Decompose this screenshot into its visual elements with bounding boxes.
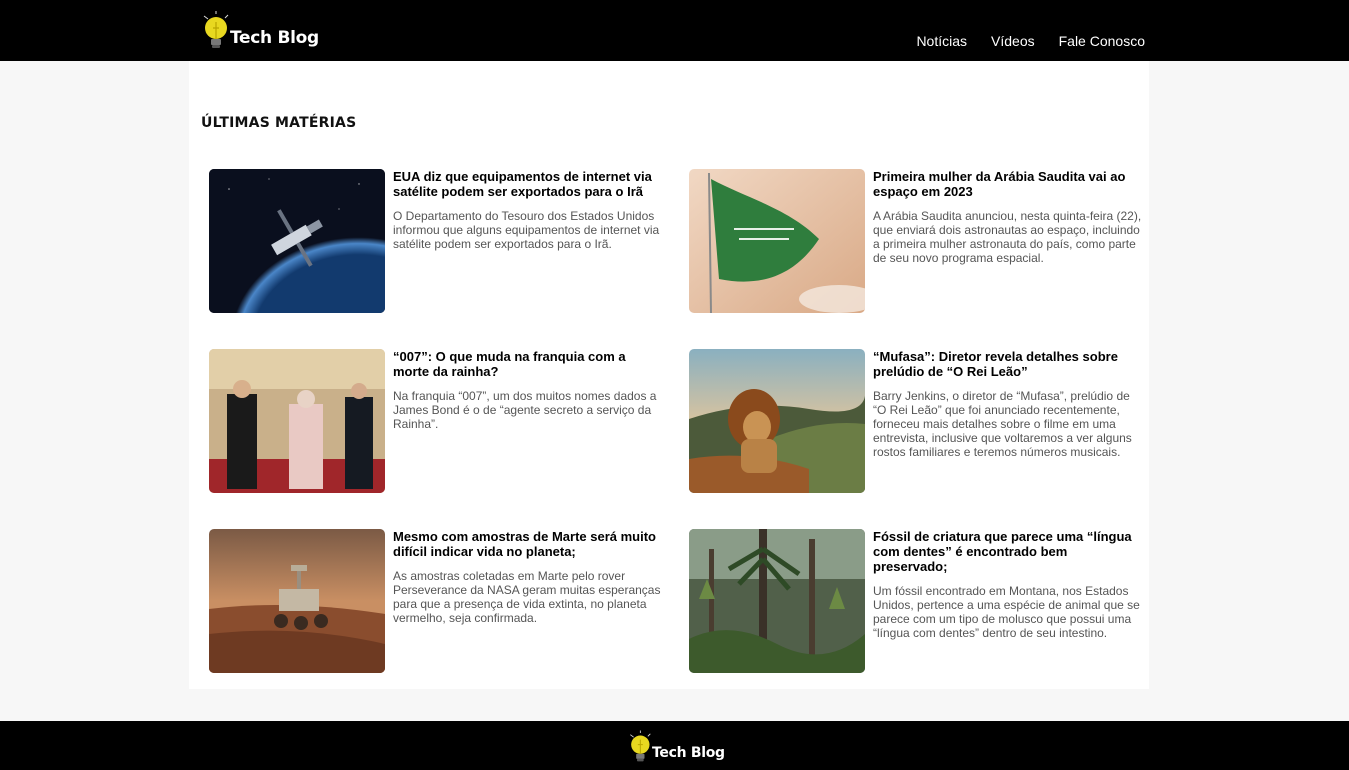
article-title[interactable]: “007”: O que muda na franquia com a mort… (393, 349, 665, 379)
article-title[interactable]: EUA diz que equipamentos de internet via… (393, 169, 665, 199)
article-thumbnail-mars[interactable] (209, 529, 385, 673)
article-thumbnail-saudi-flag[interactable] (689, 169, 865, 313)
lion-image (689, 349, 865, 493)
article-excerpt: A Arábia Saudita anunciou, nesta quinta-… (873, 209, 1142, 265)
article-thumbnail-mufasa[interactable] (689, 349, 865, 493)
nav-link-noticias[interactable]: Notícias (916, 33, 967, 49)
brand-name: Tech Blog (230, 28, 319, 48)
article-excerpt: Na franquia “007”, um dos muitos nomes d… (393, 389, 657, 431)
article-card: Mesmo com amostras de Marte será muito d… (209, 529, 669, 674)
nav-link-fale-conosco[interactable]: Fale Conosco (1059, 33, 1145, 49)
queen-bond-image (209, 349, 385, 493)
article-excerpt: Barry Jenkins, o diretor de “Mufasa”, pr… (873, 389, 1132, 459)
articles-grid: EUA diz que equipamentos de internet via… (189, 61, 1149, 689)
satellite-image (209, 169, 385, 313)
article-thumbnail-007[interactable] (209, 349, 385, 493)
article-excerpt: As amostras coletadas em Marte pelo rove… (393, 569, 661, 625)
article-title[interactable]: “Mufasa”: Diretor revela detalhes sobre … (873, 349, 1145, 379)
article-excerpt: Um fóssil encontrado em Montana, nos Est… (873, 584, 1140, 640)
article-title[interactable]: Fóssil de criatura que parece uma “língu… (873, 529, 1145, 574)
article-title[interactable]: Mesmo com amostras de Marte será muito d… (393, 529, 665, 559)
article-card: Fóssil de criatura que parece uma “língu… (689, 529, 1149, 674)
site-logo[interactable]: Tech Blog (200, 6, 319, 54)
article-card: “Mufasa”: Diretor revela detalhes sobre … (689, 349, 1149, 494)
top-navbar: Tech Blog Notícias Vídeos Fale Conosco (0, 0, 1349, 61)
article-card: EUA diz que equipamentos de internet via… (209, 169, 669, 314)
site-footer: Tech Blog (0, 721, 1349, 770)
footer-logo[interactable]: Tech Blog (627, 723, 725, 767)
nav-link-videos[interactable]: Vídeos (991, 33, 1035, 49)
article-thumbnail-satellite[interactable] (209, 169, 385, 313)
article-card: Primeira mulher da Arábia Saudita vai ao… (689, 169, 1149, 314)
saudi-flag-image (689, 169, 865, 313)
mars-rover-image (209, 529, 385, 673)
footer-brand-name: Tech Blog (652, 745, 725, 761)
article-thumbnail-fossil[interactable] (689, 529, 865, 673)
prehistoric-forest-image (689, 529, 865, 673)
article-title[interactable]: Primeira mulher da Arábia Saudita vai ao… (873, 169, 1145, 199)
article-card: “007”: O que muda na franquia com a mort… (209, 349, 669, 494)
main-nav: Notícias Vídeos Fale Conosco (916, 33, 1145, 49)
article-excerpt: O Departamento do Tesouro dos Estados Un… (393, 209, 660, 251)
content-panel: ÚLTIMAS MATÉRIAS EUA diz que equipamento… (189, 61, 1149, 689)
